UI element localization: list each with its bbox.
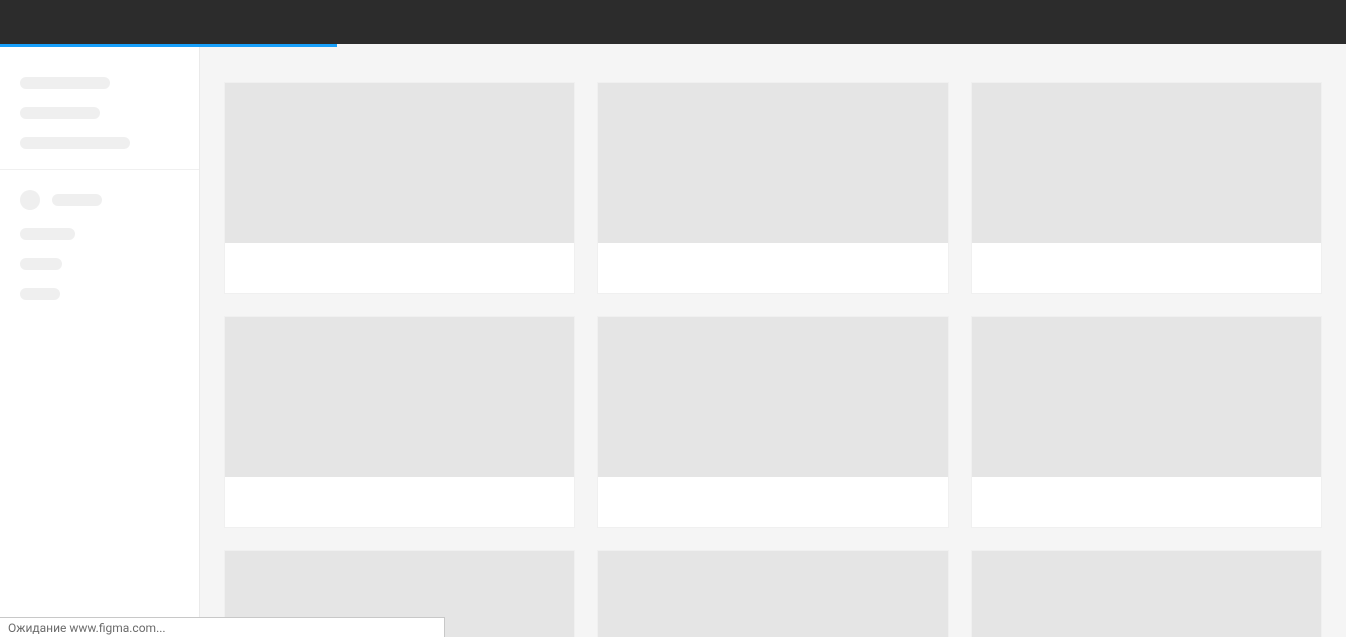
- sidebar-skeleton-line: [20, 107, 100, 119]
- loading-progress-track: [0, 44, 1346, 47]
- sidebar-skeleton-avatar-row: [20, 190, 179, 210]
- top-bar: [0, 0, 1346, 44]
- file-card-skeleton[interactable]: [972, 317, 1321, 527]
- browser-status-bar: Ожидание www.figma.com...: [0, 617, 445, 637]
- file-card-skeleton[interactable]: [972, 551, 1321, 637]
- file-card-footer: [972, 243, 1321, 293]
- content-area: [200, 47, 1346, 637]
- sidebar-skeleton-line: [52, 194, 102, 206]
- sidebar-skeleton-line: [20, 258, 62, 270]
- sidebar-skeleton-line: [20, 137, 130, 149]
- file-card-thumb: [598, 317, 947, 477]
- file-card-skeleton[interactable]: [225, 317, 574, 527]
- browser-status-text: Ожидание www.figma.com...: [8, 621, 166, 635]
- file-card-skeleton[interactable]: [972, 83, 1321, 293]
- sidebar-skeleton-line: [20, 228, 75, 240]
- file-card-footer: [598, 243, 947, 293]
- file-card-thumb: [598, 551, 947, 637]
- file-card-thumb: [225, 83, 574, 243]
- file-card-thumb: [972, 551, 1321, 637]
- file-card-skeleton[interactable]: [598, 551, 947, 637]
- file-card-thumb: [225, 317, 574, 477]
- loading-progress-fill: [0, 44, 337, 47]
- page-body: [0, 47, 1346, 637]
- sidebar-skeleton-line: [20, 77, 110, 89]
- sidebar-section-2: [0, 169, 199, 320]
- sidebar-skeleton-line: [20, 288, 60, 300]
- file-card-skeleton[interactable]: [225, 83, 574, 293]
- file-card-skeleton[interactable]: [598, 83, 947, 293]
- file-card-footer: [598, 477, 947, 527]
- file-card-footer: [972, 477, 1321, 527]
- file-card-thumb: [972, 83, 1321, 243]
- file-grid: [225, 83, 1321, 637]
- file-card-skeleton[interactable]: [598, 317, 947, 527]
- sidebar: [0, 47, 200, 637]
- file-card-thumb: [972, 317, 1321, 477]
- sidebar-section-1: [0, 77, 199, 169]
- file-card-footer: [225, 243, 574, 293]
- file-card-footer: [225, 477, 574, 527]
- file-card-thumb: [598, 83, 947, 243]
- sidebar-skeleton-avatar: [20, 190, 40, 210]
